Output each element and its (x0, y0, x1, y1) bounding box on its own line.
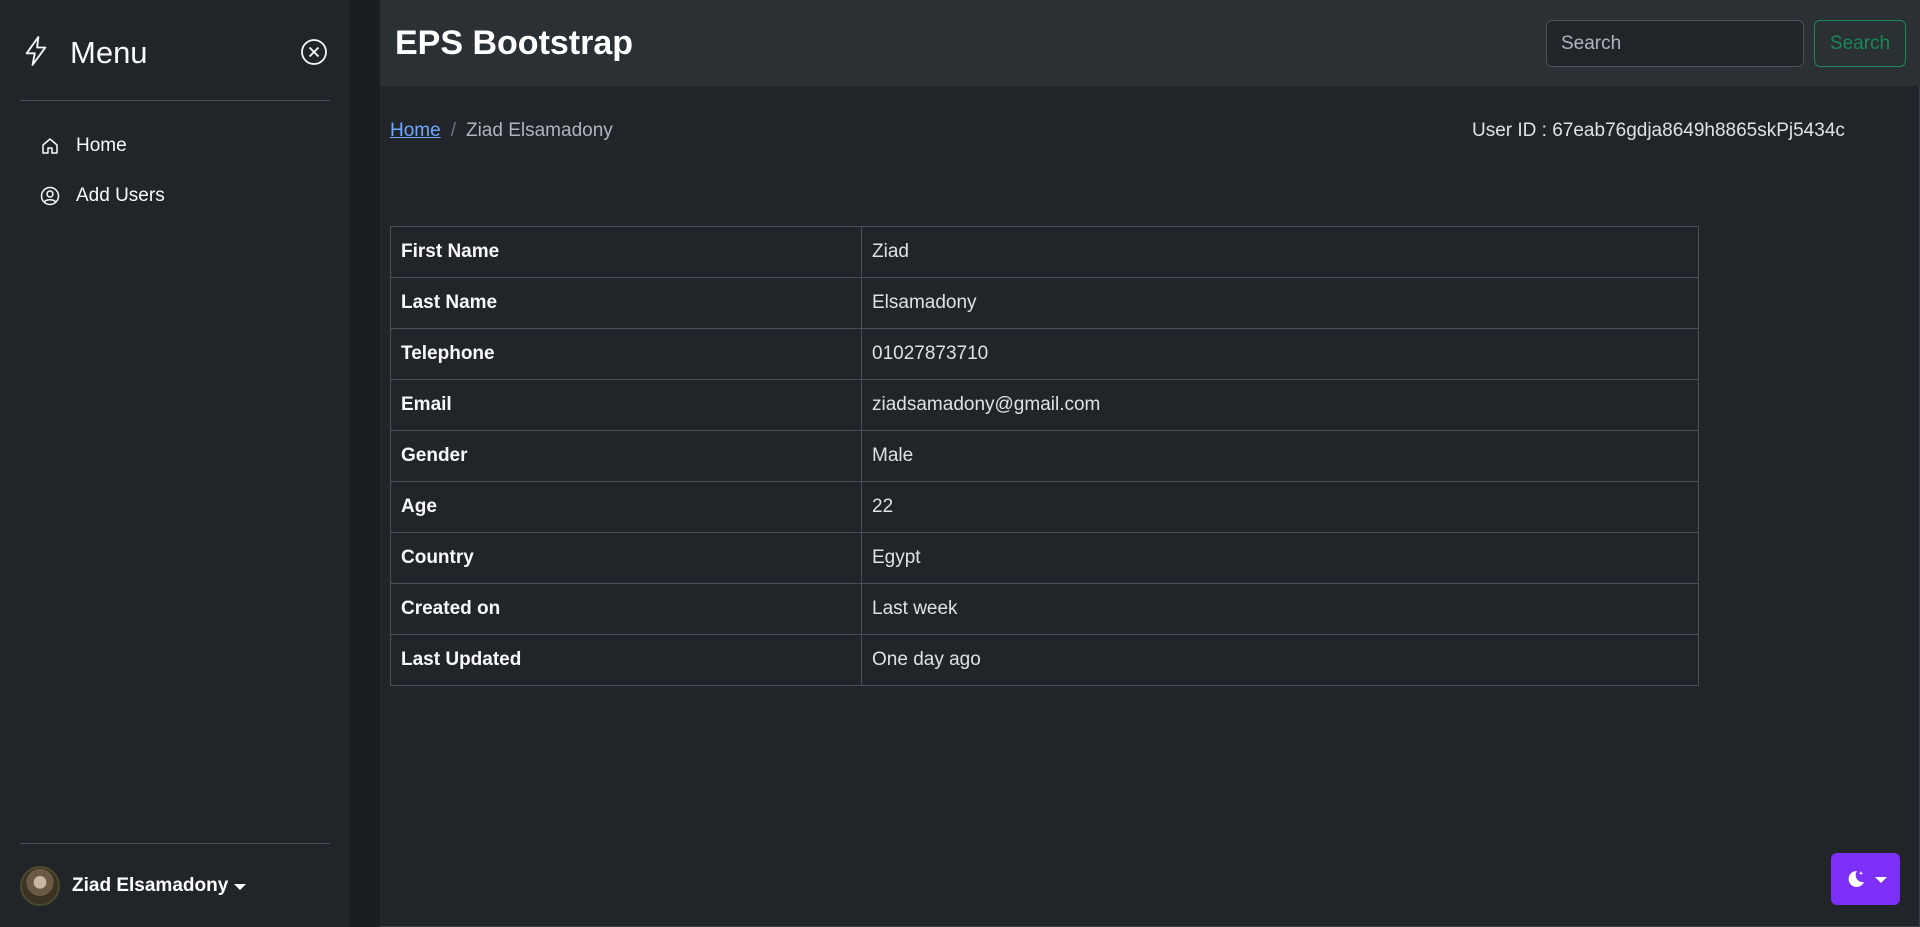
field-label: Gender (390, 430, 862, 482)
field-label: Last Updated (390, 634, 862, 686)
caret-down-icon (234, 884, 247, 890)
user-name: Ziad Elsamadony (72, 875, 229, 896)
field-value: Ziad (861, 226, 1699, 278)
sidebar-nav: Home Add Users (20, 101, 330, 221)
table-row: Email ziadsamadony@gmail.com (390, 379, 1699, 431)
lightning-icon (25, 36, 47, 66)
field-label: Telephone (390, 328, 862, 380)
sidebar-title: Menu (70, 35, 148, 70)
table-row: Age 22 (390, 481, 1699, 533)
table-row: First Name Ziad (390, 226, 1699, 278)
breadcrumb-separator: / (450, 120, 456, 141)
sidebar-item-label: Add Users (76, 185, 165, 206)
theme-toggle-button[interactable] (1831, 853, 1900, 905)
sidebar-item-add-users[interactable]: Add Users (20, 171, 330, 221)
field-value: Last week (861, 583, 1699, 635)
caret-down-icon (1874, 877, 1887, 883)
table-row: Last Updated One day ago (390, 634, 1699, 686)
user-details-table: First Name Ziad Last Name Elsamadony Telep… (390, 226, 1699, 686)
field-value: One day ago (861, 634, 1699, 686)
field-label: First Name (390, 226, 862, 278)
field-value: 01027873710 (861, 328, 1699, 380)
field-value: Elsamadony (861, 277, 1699, 329)
search-button[interactable]: Search (1814, 20, 1906, 67)
table-row: Created on Last week (390, 583, 1699, 635)
breadcrumb: Home / Ziad Elsamadony (390, 120, 613, 142)
sidebar: Menu Home Add Users Ziad Elsamadony (0, 0, 350, 927)
user-id-label: User ID : 67eab76gdja8649h8865skPj5434c (1472, 120, 1845, 141)
field-value: Egypt (861, 532, 1699, 584)
field-label: Created on (390, 583, 862, 635)
topbar: EPS Bootstrap Search (380, 0, 1920, 86)
brand-title: EPS Bootstrap (395, 24, 634, 62)
sidebar-footer: Ziad Elsamadony (20, 843, 330, 927)
sidebar-item-home[interactable]: Home (20, 121, 330, 171)
field-value: ziadsamadony@gmail.com (861, 379, 1699, 431)
sidebar-item-label: Home (76, 135, 127, 156)
moon-stars-icon (1848, 870, 1864, 887)
field-label: Age (390, 481, 862, 533)
search-input[interactable] (1546, 20, 1804, 67)
sidebar-header: Menu (20, 0, 330, 101)
field-label: Email (390, 379, 862, 431)
table-row: Country Egypt (390, 532, 1699, 584)
field-label: Last Name (390, 277, 862, 329)
user-dropdown[interactable]: Ziad Elsamadony (20, 866, 247, 906)
field-label: Country (390, 532, 862, 584)
table-row: Last Name Elsamadony (390, 277, 1699, 329)
close-icon[interactable] (300, 38, 328, 66)
table-row: Telephone 01027873710 (390, 328, 1699, 380)
field-value: 22 (861, 481, 1699, 533)
user-circle-icon (40, 186, 60, 206)
avatar (20, 866, 60, 906)
home-icon (42, 138, 58, 154)
sidebar-gutter (350, 0, 380, 927)
field-value: Male (861, 430, 1699, 482)
breadcrumb-current: Ziad Elsamadony (465, 120, 613, 141)
table-row: Gender Male (390, 430, 1699, 482)
breadcrumb-home-link[interactable]: Home (390, 120, 441, 142)
